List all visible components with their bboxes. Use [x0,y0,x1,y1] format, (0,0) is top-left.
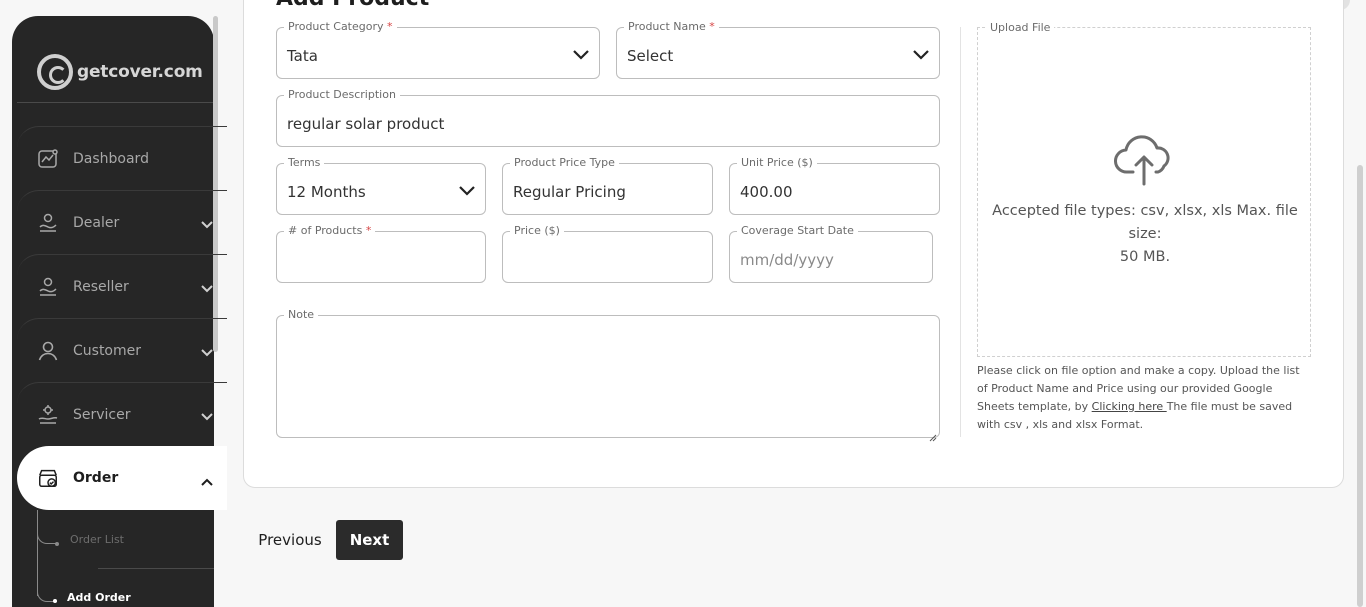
sidebar-item-label: Dashboard [73,150,149,167]
submenu-dot [53,599,57,603]
field-label-text: # of Products [288,224,363,237]
order-icon [37,467,59,489]
product-description-input[interactable]: Product Description regular solar produc… [276,88,940,147]
submenu-add-order[interactable]: Add Order [67,591,131,604]
field-label: # of Products * [284,224,376,238]
next-button[interactable]: Next [336,520,403,560]
price-input[interactable]: Price ($) [502,224,713,283]
brand-logo[interactable]: getcover.com [37,54,203,90]
input-value: Regular Pricing [513,183,626,201]
chevron-down-icon [913,45,929,64]
input-value: 400.00 [740,183,793,201]
field-label: Coverage Start Date [737,224,858,238]
field-label: Terms [284,156,325,170]
price-type-input[interactable]: Product Price Type Regular Pricing [502,156,713,215]
field-label: Note [284,308,319,322]
sidebar-item-label: Dealer [73,214,120,231]
chevron-up-icon [201,474,213,490]
select-value: 12 Months [287,183,366,201]
sidebar-item-label: Servicer [73,406,131,423]
field-label-text: Product Name [628,20,706,33]
resize-handle-icon[interactable] [929,427,937,442]
input-value: regular solar product [287,115,445,133]
required-marker: * [387,20,393,33]
field-label: Product Name * [624,20,719,34]
cloud-upload-icon [1114,134,1176,190]
accepted-file-types: Accepted file types: csv, xlsx, xls Max.… [978,200,1312,269]
sidebar-item-label: Reseller [73,278,129,295]
upload-label: Upload File [986,21,1055,35]
sidebar-item-reseller[interactable]: Reseller [17,254,227,318]
user-icon [37,340,59,362]
divider [17,102,214,103]
page-title: Add Product [276,0,429,11]
logo-text: getcover.com [77,62,203,82]
sidebar-item-dashboard[interactable]: Dashboard [17,126,227,190]
chevron-down-icon [201,409,213,425]
select-value: Select [627,47,674,65]
chevron-down-icon [459,181,475,200]
upload-help-text: Please click on file option and make a c… [977,362,1311,434]
dealer-icon [37,212,59,234]
terms-select[interactable]: Terms 12 Months [276,156,486,215]
field-label: Unit Price ($) [737,156,817,170]
divider [98,568,214,569]
required-marker: * [365,224,372,237]
field-label: Price ($) [510,224,564,238]
sidebar-item-order[interactable]: Order [17,446,227,510]
submenu-connector [37,522,57,544]
sidebar-item-customer[interactable]: Customer [17,318,227,382]
field-label-text: Product Category [288,20,384,33]
sidebar-item-label: Customer [73,342,142,359]
chevron-down-icon [201,281,213,297]
servicer-icon [37,404,59,426]
divider [960,27,961,437]
chevron-down-icon [201,345,213,361]
product-name-select[interactable]: Product Name * Select [616,20,940,79]
unit-price-input[interactable]: Unit Price ($) 400.00 [729,156,940,215]
coverage-start-date-input[interactable]: Coverage Start Date mm/dd/yyyy [729,224,933,283]
logo-mark-icon [37,54,73,90]
date-placeholder: mm/dd/yyyy [740,251,834,269]
field-label: Product Description [284,88,400,102]
select-value: Tata [287,47,318,65]
field-label: Product Category * [284,20,397,34]
field-label: Product Price Type [510,156,619,170]
num-products-input[interactable]: # of Products * [276,224,486,283]
reseller-icon [37,276,59,298]
sidebar-item-dealer[interactable]: Dealer [17,190,227,254]
product-category-select[interactable]: Product Category * Tata [276,20,600,79]
sidebar-item-label: Order [73,470,119,486]
chevron-down-icon [201,217,213,233]
dashboard-chart-icon [37,148,59,170]
sidebar-item-servicer[interactable]: Servicer [17,382,227,446]
file-upload-dropzone[interactable]: Upload File Accepted file types: csv, xl… [977,21,1312,357]
submenu-dot [55,542,59,546]
note-textarea[interactable]: Note [276,308,940,442]
submenu-order-list[interactable]: Order List [70,533,124,546]
previous-button[interactable]: Previous [248,520,332,560]
accepted-line-2: 50 MB. [1119,249,1171,265]
chevron-down-icon [573,45,589,64]
page-scrollbar[interactable] [1357,165,1363,607]
required-marker: * [709,20,715,33]
accepted-line-1: Accepted file types: csv, xlsx, xls Max.… [992,203,1298,242]
template-link[interactable]: Clicking here [1092,400,1167,413]
